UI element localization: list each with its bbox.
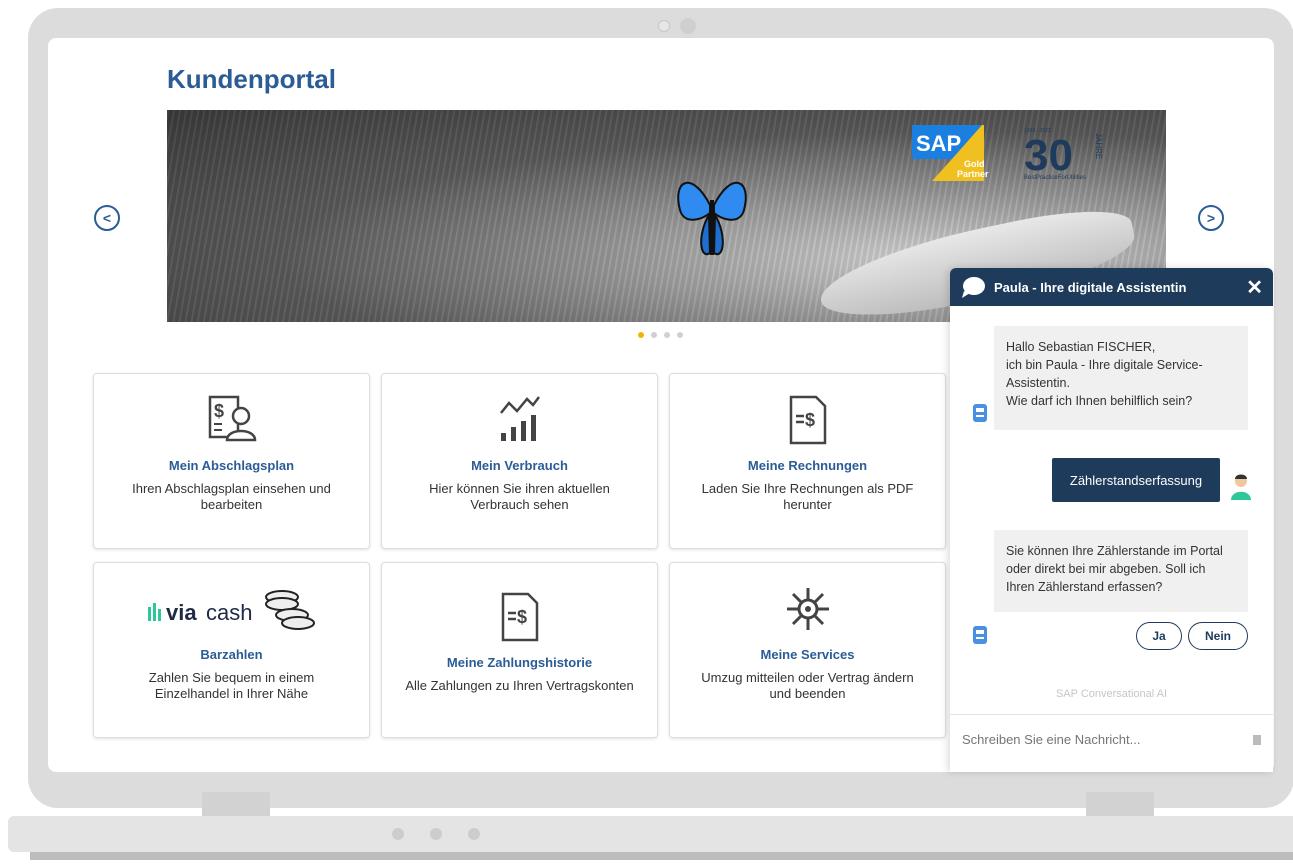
tile-barzahlen[interactable]: via cash Barzahlen Zahlen Sie bequem in … bbox=[93, 562, 370, 738]
svg-text:30: 30 bbox=[1024, 131, 1073, 180]
bot-message: Sie können Ihre Zählerstande im Portal o… bbox=[994, 530, 1248, 612]
svg-text:JAHRE: JAHRE bbox=[1094, 133, 1103, 159]
tile-description: Ihren Abschlagsplan einsehen und bearbei… bbox=[132, 481, 331, 512]
laptop-hinge bbox=[202, 792, 270, 816]
tile-description: Hier können Sie ihren aktuellen Verbrauc… bbox=[429, 481, 610, 512]
send-icon[interactable] bbox=[1253, 734, 1261, 745]
tile-title: Meine Zahlungshistorie bbox=[446, 655, 593, 670]
chat-header: Paula - Ihre digitale Assistentin ✕ bbox=[950, 268, 1273, 306]
tile-description: Alle Zahlungen zu Ihren Vertragskonten bbox=[405, 678, 634, 693]
tile-description: Laden Sie Ihre Rechnungen als PDF herunt… bbox=[701, 481, 914, 512]
reply-no-button[interactable]: Nein bbox=[1188, 622, 1248, 650]
svg-text:SAP: SAP bbox=[916, 131, 961, 156]
tile-title: Mein Verbrauch bbox=[471, 458, 568, 473]
tile-rechnungen[interactable]: $ Meine Rechnungen Laden Sie Ihre Rechnu… bbox=[669, 373, 946, 549]
invoice-icon: $ bbox=[670, 390, 945, 450]
laptop-base-dots bbox=[392, 828, 480, 840]
services-icon bbox=[670, 579, 945, 639]
chat-title: Paula - Ihre digitale Assistentin bbox=[994, 279, 1187, 295]
tile-zahlungshistorie[interactable]: $ Meine Zahlungshistorie Alle Zahlungen … bbox=[381, 562, 658, 738]
30-years-logo: 1993 - 2023 30 JAHRE BestPracticeForUtil… bbox=[1024, 128, 1103, 181]
tile-services[interactable]: Meine Services Umzug mitteilen oder Vert… bbox=[669, 562, 946, 738]
viacash-logo: via cash bbox=[94, 585, 369, 633]
reply-yes-button[interactable]: Ja bbox=[1136, 622, 1182, 650]
chat-bubble-icon bbox=[962, 277, 985, 298]
carousel-dot[interactable] bbox=[664, 332, 670, 338]
svg-text:$: $ bbox=[805, 410, 815, 430]
carousel-next-button[interactable]: > bbox=[1198, 205, 1224, 231]
consumption-chart-icon bbox=[382, 390, 657, 450]
laptop-base bbox=[8, 816, 1293, 852]
tile-title: Meine Rechnungen bbox=[747, 458, 868, 473]
chat-input-bar bbox=[950, 714, 1273, 764]
carousel-dot[interactable] bbox=[638, 332, 644, 338]
tile-verbrauch[interactable]: Mein Verbrauch Hier können Sie ihren akt… bbox=[381, 373, 658, 549]
tile-description: Zahlen Sie bequem in einem Einzelhandel … bbox=[148, 670, 315, 701]
carousel-dot[interactable] bbox=[651, 332, 657, 338]
payment-plan-icon: $ bbox=[94, 390, 369, 450]
powered-by-label: SAP Conversational AI bbox=[1055, 688, 1168, 700]
camera bbox=[658, 18, 696, 34]
svg-text:BestPracticeForUtilities: BestPracticeForUtilities bbox=[1024, 175, 1086, 181]
chat-message-input[interactable] bbox=[962, 732, 1253, 747]
butterfly-image bbox=[677, 182, 747, 256]
carousel-indicators bbox=[638, 332, 683, 338]
svg-text:Gold: Gold bbox=[964, 159, 985, 169]
page-title: Kundenportal bbox=[167, 64, 336, 94]
tile-title: Barzahlen bbox=[200, 647, 263, 662]
svg-text:Partner: Partner bbox=[957, 169, 989, 179]
tile-description: Umzug mitteilen oder Vertrag ändern und … bbox=[701, 670, 914, 701]
bot-message: Hallo Sebastian FISCHER, ich bin Paula -… bbox=[994, 326, 1248, 430]
svg-text:cash: cash bbox=[206, 600, 252, 625]
bot-avatar-icon bbox=[973, 626, 987, 644]
tile-title: Meine Services bbox=[760, 647, 855, 662]
user-message: Zählerstandserfassung bbox=[1052, 458, 1220, 502]
sap-gold-partner-logo: SAP Gold Partner bbox=[912, 125, 989, 181]
carousel-dot[interactable] bbox=[677, 332, 683, 338]
user-avatar-icon bbox=[1231, 474, 1251, 500]
tile-title: Mein Abschlagsplan bbox=[168, 458, 295, 473]
tile-abschlagsplan[interactable]: $ Mein Abschlagsplan Ihren Abschlagsplan… bbox=[93, 373, 370, 549]
laptop-hinge bbox=[1086, 792, 1154, 816]
close-icon[interactable]: ✕ bbox=[1246, 275, 1263, 300]
carousel-prev-button[interactable]: < bbox=[94, 205, 120, 231]
svg-text:$: $ bbox=[517, 607, 527, 627]
chat-widget: Paula - Ihre digitale Assistentin ✕ Hall… bbox=[950, 268, 1273, 772]
svg-text:$: $ bbox=[214, 401, 224, 421]
svg-text:via: via bbox=[166, 600, 197, 625]
bot-avatar-icon bbox=[973, 404, 987, 422]
payment-history-icon: $ bbox=[382, 587, 657, 647]
